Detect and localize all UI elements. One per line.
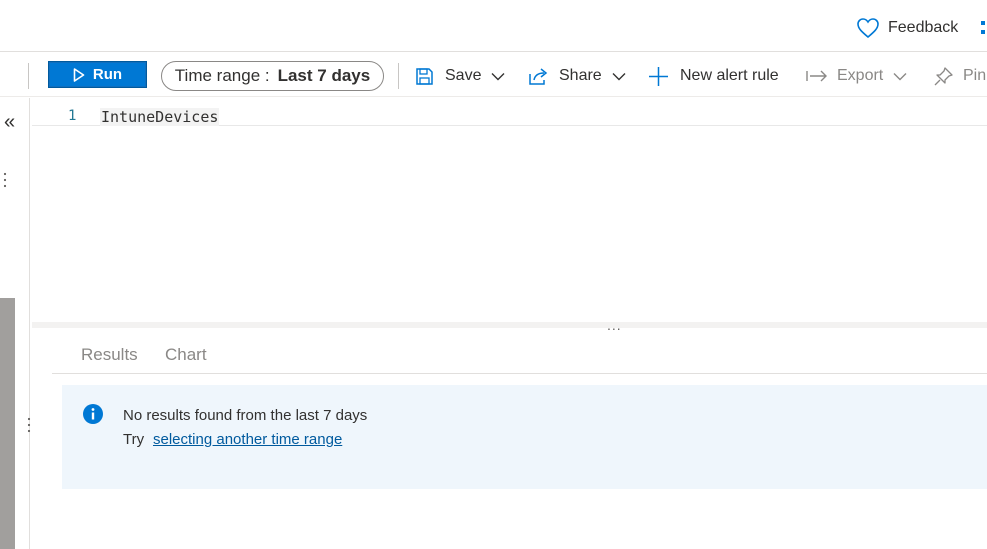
line-number: 1 [68,108,77,124]
tab-results[interactable]: Results [81,345,138,365]
chevron-down-icon [612,72,626,80]
query-text[interactable]: IntuneDevices [100,108,220,126]
time-range-label: Time range : [174,66,270,85]
time-range-picker[interactable]: Time range : Last 7 days [161,61,384,91]
more-vertical-icon[interactable] [2,172,8,188]
share-button[interactable]: Share [528,63,626,89]
rail-scrollbar[interactable] [0,298,15,549]
heart-icon [857,18,879,39]
play-icon [73,67,85,82]
info-icon [83,404,103,424]
pane-splitter[interactable] [32,322,987,328]
toolbar-divider [28,63,29,89]
tab-chart[interactable]: Chart [165,345,207,365]
new-alert-rule-button[interactable]: New alert rule [648,63,779,89]
toolbar-divider [398,63,399,89]
new-alert-label: New alert rule [680,67,779,84]
save-label: Save [445,67,482,84]
save-icon [416,67,433,85]
plus-icon [649,66,668,86]
pin-label: Pin [963,67,987,84]
try-label: Try [123,431,145,448]
share-icon [529,67,548,85]
pin-icon [934,66,953,85]
collapse-panel-icon[interactable]: « [4,112,15,132]
export-button[interactable]: Export [806,63,907,89]
settings-partial-icon[interactable] [980,18,987,38]
share-label: Share [559,67,602,84]
chevron-down-icon [491,72,505,80]
run-label: Run [92,66,123,83]
select-time-range-link[interactable]: selecting another time range [153,431,342,448]
pin-button[interactable]: Pin [933,63,986,89]
time-range-value: Last 7 days [277,66,371,85]
chevron-down-icon [893,72,907,80]
splitter-handle-icon[interactable]: ... [607,318,622,332]
save-button[interactable]: Save [415,63,505,89]
run-button[interactable]: Run [48,61,147,88]
feedback-button[interactable]: Feedback [856,16,958,40]
resize-handle-icon[interactable] [26,417,32,433]
feedback-label: Feedback [888,19,959,36]
query-editor[interactable] [32,98,987,324]
top-bar [0,0,987,52]
export-arrow-icon [806,70,827,82]
no-results-text: No results found from the last 7 days [123,407,368,424]
export-label: Export [837,67,884,84]
